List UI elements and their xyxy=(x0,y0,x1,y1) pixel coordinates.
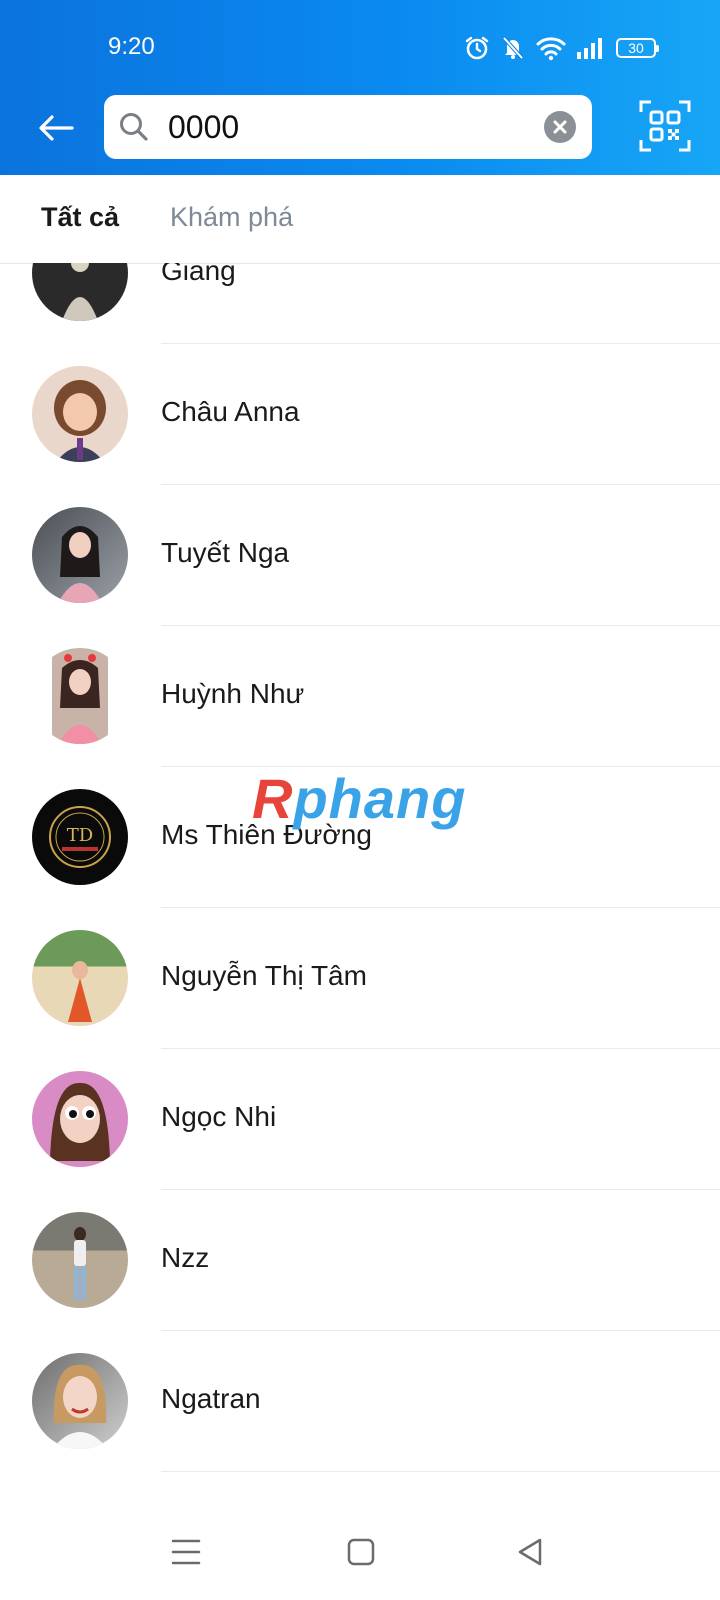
status-icons: 30 xyxy=(464,33,659,63)
clear-icon xyxy=(553,120,567,134)
battery-level: 30 xyxy=(628,40,644,56)
contact-row-tuyet-nga[interactable]: Tuyết Nga xyxy=(0,483,720,626)
contact-row-ms-thien-duong[interactable]: TD Ms Thiên Đường xyxy=(0,765,720,908)
contact-row-chau-anna[interactable]: Châu Anna xyxy=(0,342,720,485)
avatar-image xyxy=(74,1227,86,1300)
app-header: 9:20 30 0000 xyxy=(0,0,720,175)
bell-off-icon xyxy=(502,36,524,60)
avatar-image xyxy=(62,263,98,321)
avatar-image xyxy=(58,526,102,603)
system-navigation-bar xyxy=(0,1502,720,1600)
search-box[interactable] xyxy=(104,95,592,159)
avatar xyxy=(32,507,128,603)
contact-name: Châu Anna xyxy=(161,396,300,427)
contact-row-ngatran[interactable]: Ngatran xyxy=(0,1329,720,1472)
search-icon xyxy=(120,113,148,141)
contact-name: Tuyết Nga xyxy=(161,537,290,568)
avatar-image xyxy=(52,1364,108,1449)
menu-icon[interactable] xyxy=(166,1532,206,1572)
contact-name: Nzz xyxy=(161,1242,210,1273)
back-icon[interactable] xyxy=(510,1532,550,1572)
contact-name: Giang xyxy=(161,263,236,286)
tab-explore[interactable]: Khám phá xyxy=(170,202,293,233)
home-icon[interactable] xyxy=(341,1532,381,1572)
avatar-image xyxy=(52,648,108,744)
avatar xyxy=(32,263,128,321)
contact-name: Huỳnh Như xyxy=(161,678,305,709)
avatar xyxy=(32,648,128,744)
qr-code-icon[interactable] xyxy=(639,100,691,152)
avatar-image: TD xyxy=(49,806,111,868)
avatar xyxy=(32,1071,128,1167)
contact-list: Giang Châu Anna Tuyết Nga Huỳnh Như TD M… xyxy=(0,263,720,1501)
status-time: 9:20 xyxy=(108,33,155,60)
contact-name: Ngatran xyxy=(161,1383,261,1414)
wifi-icon xyxy=(536,37,566,61)
contact-name: Ms Thiên Đường xyxy=(161,819,372,850)
tab-all[interactable]: Tất cả xyxy=(41,202,119,233)
contact-name: Ngọc Nhi xyxy=(161,1101,277,1132)
alarm-icon xyxy=(465,36,489,60)
tab-bar: Tất cả Khám phá xyxy=(0,175,720,264)
avatar-logo-text: TD xyxy=(67,825,93,846)
clear-search-button[interactable] xyxy=(544,111,576,143)
battery-icon: 30 xyxy=(616,38,659,58)
contact-row-giang[interactable]: Giang xyxy=(0,263,720,344)
contact-row-ngoc-nhi[interactable]: Ngọc Nhi xyxy=(0,1047,720,1190)
avatar xyxy=(32,930,128,1026)
avatar: TD xyxy=(32,789,128,885)
avatar-image xyxy=(68,961,92,1022)
avatar xyxy=(32,1353,128,1449)
back-arrow-icon[interactable] xyxy=(34,106,78,150)
avatar xyxy=(32,1212,128,1308)
status-bar: 9:20 30 xyxy=(0,0,720,78)
contact-row-nguyen-thi-tam[interactable]: Nguyễn Thị Tâm xyxy=(0,906,720,1049)
divider xyxy=(161,1471,720,1472)
avatar-image xyxy=(50,1082,110,1161)
contact-row-nzz[interactable]: Nzz xyxy=(0,1188,720,1331)
contact-name: Nguyễn Thị Tâm xyxy=(161,960,367,991)
avatar xyxy=(32,366,128,462)
search-input[interactable] xyxy=(168,107,538,147)
contact-row-huynh-nhu[interactable]: Huỳnh Như xyxy=(0,624,720,767)
signal-icon xyxy=(577,38,602,59)
avatar-image xyxy=(54,380,106,462)
